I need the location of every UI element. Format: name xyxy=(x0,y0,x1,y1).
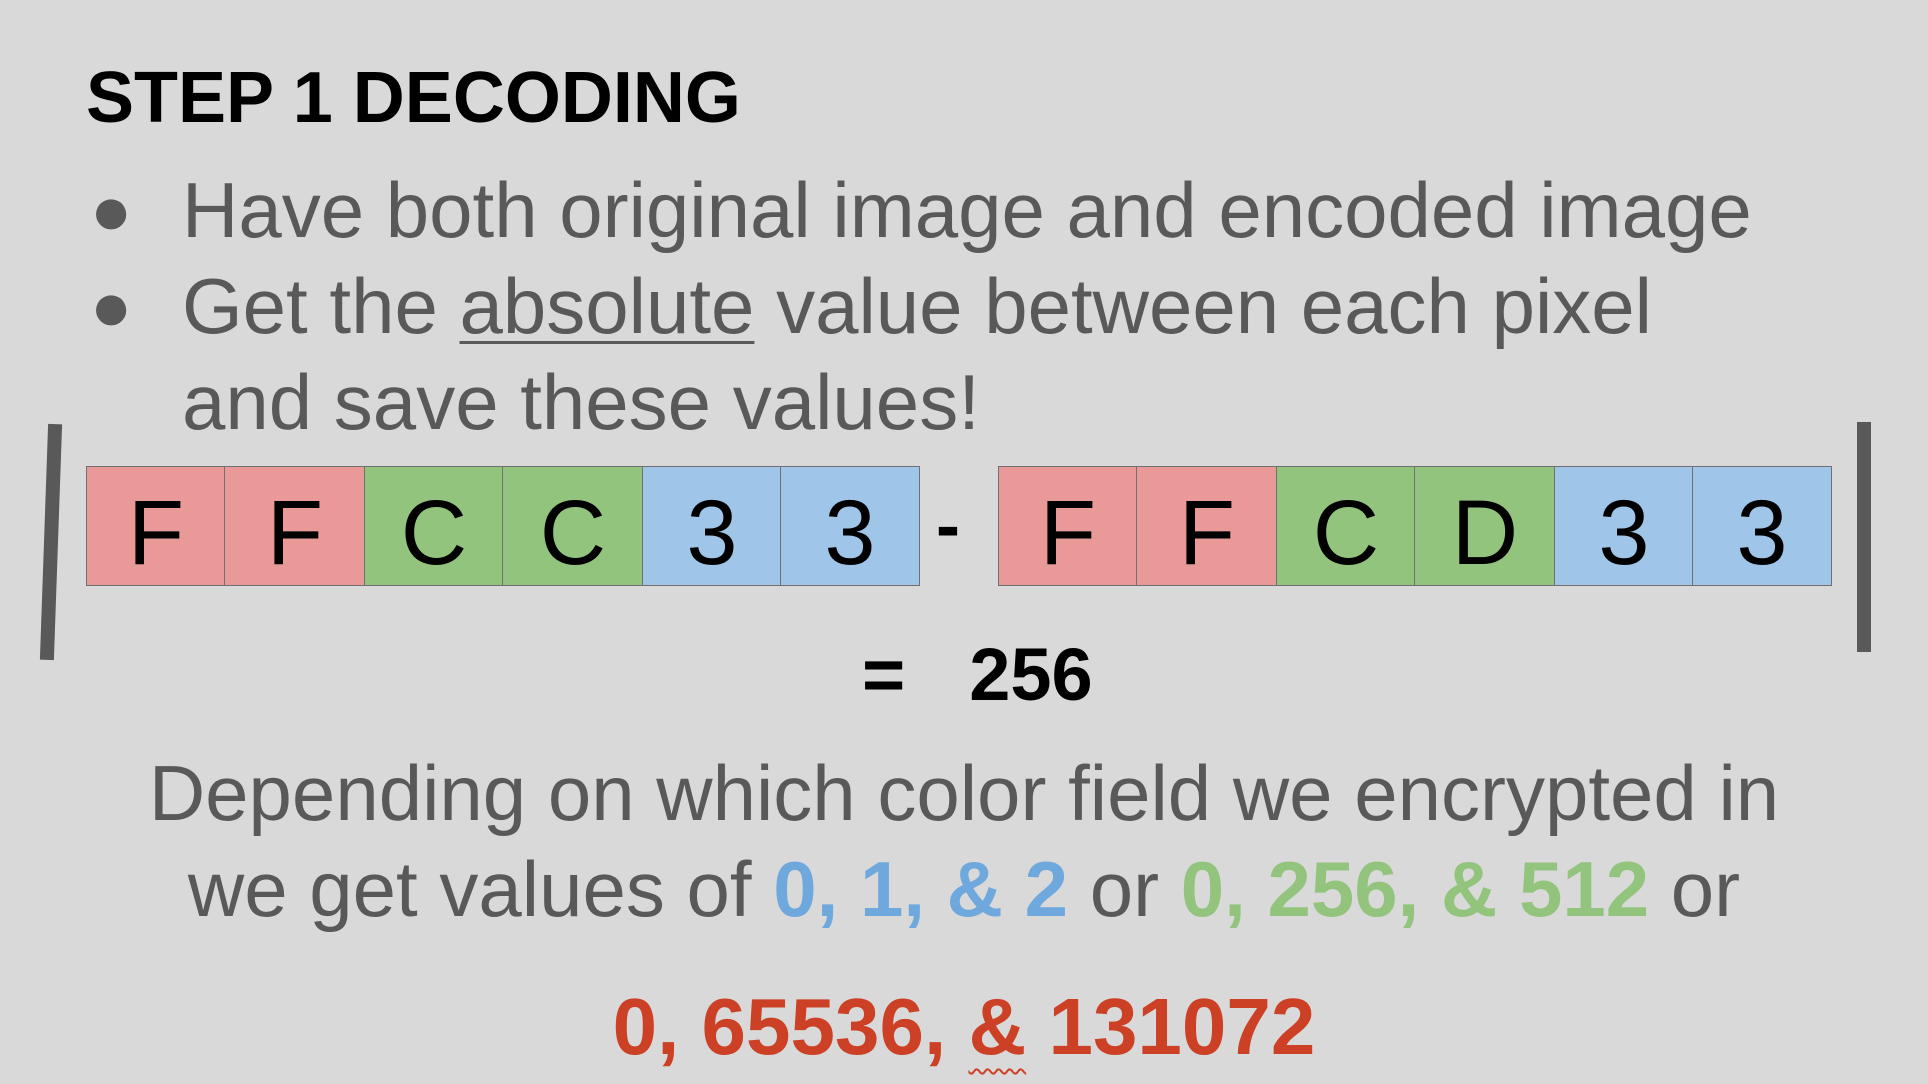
bullet-2-post: value between each pixel xyxy=(754,262,1653,350)
result-value: 256 xyxy=(969,633,1093,716)
hex-cell: D xyxy=(1414,466,1556,586)
blue-values: 0, 1, & 2 xyxy=(773,845,1069,933)
slide: STEP 1 DECODING ● Have both original ima… xyxy=(0,0,1928,1084)
body-line-2-pre: we get values of xyxy=(187,845,774,933)
hex-cell: F xyxy=(998,466,1138,586)
hex-cell: 3 xyxy=(780,466,920,586)
equals-sign: = xyxy=(862,633,906,716)
hex-cell: F xyxy=(1136,466,1278,586)
or-word: or xyxy=(1649,845,1741,933)
bullet-2-pre: Get the xyxy=(182,262,460,350)
hex-cell: 3 xyxy=(642,466,782,586)
hex-cell: C xyxy=(364,466,504,586)
hex-cell: F xyxy=(86,466,226,586)
hex-digit: F xyxy=(266,481,324,584)
abs-bar-right xyxy=(1857,422,1871,652)
result-line: = 256 xyxy=(862,632,1093,717)
hex-digit: 3 xyxy=(686,481,738,584)
minus-operator: - xyxy=(936,486,960,566)
hex-cell: C xyxy=(502,466,644,586)
body-line-1: Depending on which color field we encryp… xyxy=(148,749,1780,837)
hex-digit: 3 xyxy=(1598,481,1650,584)
hex-cell: 3 xyxy=(1554,466,1694,586)
bullet-1-text: Have both original image and encoded ima… xyxy=(182,166,1752,254)
hex-digit: D xyxy=(1451,481,1519,584)
hex-digit: F xyxy=(127,481,185,584)
slide-title: STEP 1 DECODING xyxy=(86,58,741,138)
hex-group-original: F F C C 3 3 xyxy=(86,466,920,588)
hex-digit: 3 xyxy=(1736,481,1788,584)
hex-group-encoded: F F C D 3 3 xyxy=(998,466,1832,588)
abs-bar-left xyxy=(39,423,63,661)
hex-digit: 3 xyxy=(824,481,876,584)
hex-digit: C xyxy=(1312,481,1380,584)
bullet-2-line2: and save these values! xyxy=(182,358,980,446)
hex-cell: F xyxy=(224,466,366,586)
bullet-dot: ● xyxy=(90,267,133,345)
spellcheck-ampersand: & xyxy=(968,982,1027,1071)
hex-digit: C xyxy=(539,481,607,584)
body-line-2: we get values of 0, 1, & 2 or 0, 256, & … xyxy=(0,842,1928,936)
bullet-dot: ● xyxy=(90,171,133,249)
bullet-2-underlined: absolute xyxy=(459,262,755,350)
hex-cell: 3 xyxy=(1692,466,1832,586)
red-values-a: 0, 65536, xyxy=(612,982,969,1071)
bullet-2-text: Get the absolute value between each pixe… xyxy=(182,258,1652,354)
red-values-b: 131072 xyxy=(1026,982,1316,1071)
hex-digit: F xyxy=(1178,481,1236,584)
hex-digit: C xyxy=(400,481,468,584)
hex-digit: F xyxy=(1039,481,1097,584)
or-word: or xyxy=(1068,845,1181,933)
green-values: 0, 256, & 512 xyxy=(1180,845,1650,933)
hex-cell: C xyxy=(1276,466,1416,586)
red-values: 0, 65536, & 131072 xyxy=(0,980,1928,1074)
